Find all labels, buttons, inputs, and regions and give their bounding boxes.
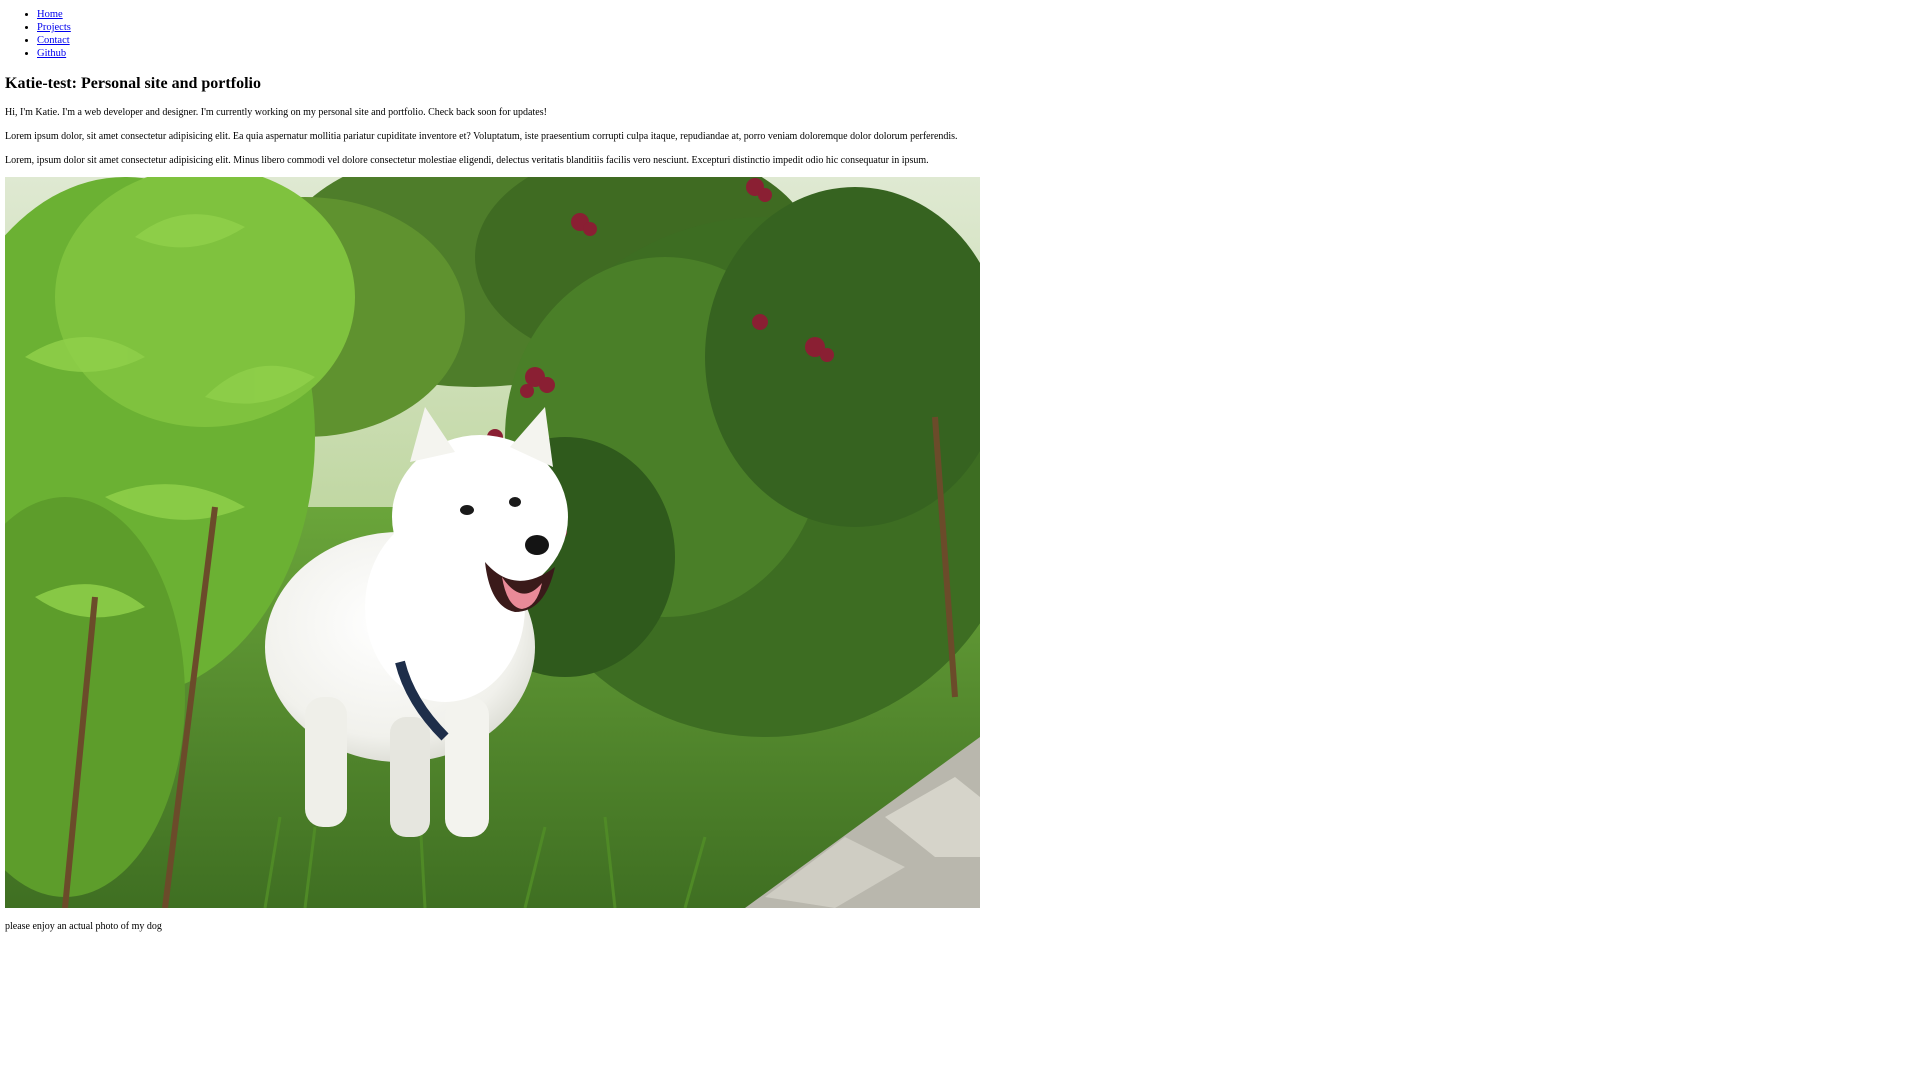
dog-photo [5,177,980,908]
intro-paragraph: Hi, I'm Katie. I'm a web developer and d… [5,107,547,118]
dog-photo-illustration [5,177,980,908]
nav-link-contact[interactable]: Contact [37,35,70,46]
nav-link-projects[interactable]: Projects [37,22,71,33]
nav-item-contact: Contact [37,34,1915,47]
nav-list: Home Projects Contact Github [5,8,1915,60]
nav-link-home[interactable]: Home [37,9,63,20]
site-nav: Home Projects Contact Github [5,8,1915,60]
page: Home Projects Contact Github Katie-test:… [0,0,1920,933]
nav-item-projects: Projects [37,21,1915,34]
photo-caption: please enjoy an actual photo of my dog [5,921,162,932]
page-title: Katie-test: Personal site and portfolio [5,75,261,92]
nav-link-github[interactable]: Github [37,48,66,59]
lorem-paragraph-2: Lorem, ipsum dolor sit amet consectetur … [5,155,929,166]
lorem-paragraph-1: Lorem ipsum dolor, sit amet consectetur … [5,131,958,142]
nav-item-github: Github [37,47,1915,60]
nav-item-home: Home [37,8,1915,21]
